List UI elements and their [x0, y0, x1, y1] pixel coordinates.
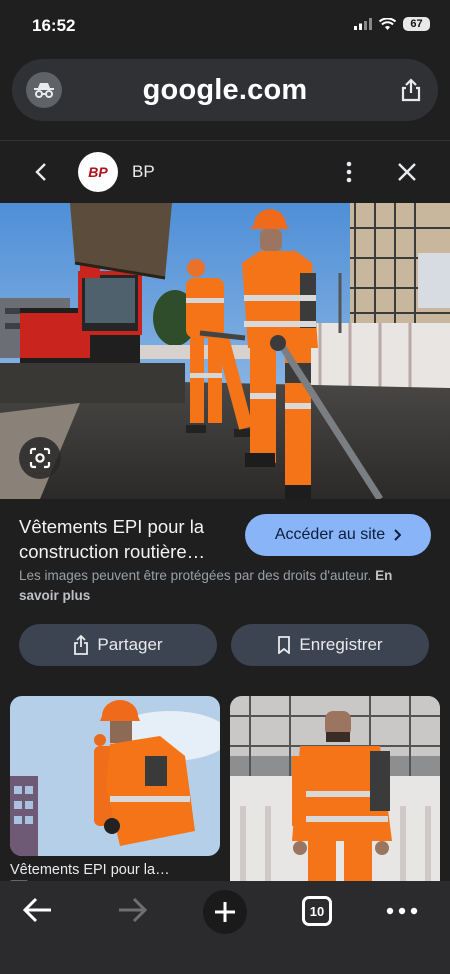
close-icon[interactable] [397, 162, 417, 182]
tab-switcher-button[interactable]: 10 [302, 896, 332, 926]
copyright-notice: Les images peuvent être protégées par de… [19, 566, 431, 606]
share-label: Partager [97, 635, 163, 654]
related-photo-2 [230, 696, 440, 886]
site-logo-text: BP [88, 164, 108, 180]
wifi-icon [379, 18, 396, 30]
share-button[interactable]: Partager [19, 624, 217, 666]
related-image-1[interactable] [10, 696, 220, 856]
bookmark-icon [278, 636, 291, 654]
share-icon[interactable] [400, 78, 422, 102]
status-bar: 16:52 67 [0, 0, 450, 52]
status-time: 16:52 [32, 16, 76, 35]
save-button[interactable]: Enregistrer [231, 624, 429, 666]
chevron-right-icon [394, 529, 402, 541]
related-image-2[interactable] [230, 696, 440, 886]
google-lens-button[interactable] [19, 437, 61, 479]
site-name[interactable]: BP [132, 162, 155, 182]
site-logo: BP [78, 152, 118, 192]
bottom-toolbar: 10 [0, 881, 450, 974]
visit-site-label: Accéder au site [274, 526, 386, 543]
lens-icon [29, 447, 51, 469]
back-arrow-icon[interactable] [22, 896, 54, 924]
more-vertical-icon[interactable] [340, 161, 358, 183]
visit-site-button[interactable]: Accéder au site [245, 514, 431, 556]
main-image[interactable] [0, 203, 450, 499]
construction-workers-photo [0, 203, 450, 499]
address-bar[interactable]: google.com [12, 59, 438, 121]
related-photo-1 [10, 696, 220, 856]
site-header: BP BP [0, 141, 450, 203]
image-title[interactable]: Vêtements EPI pour la construction routi… [19, 514, 239, 564]
related-image-1-caption[interactable]: Vêtements EPI pour la… [10, 862, 170, 878]
plus-icon [215, 902, 235, 922]
status-icons: 67 [354, 17, 430, 31]
share-icon [74, 635, 89, 655]
copyright-text: Les images peuvent être protégées par de… [19, 568, 372, 583]
signal-icon [354, 18, 372, 30]
chevron-left-icon[interactable] [34, 161, 48, 183]
url-text[interactable]: google.com [12, 74, 438, 107]
battery-indicator: 67 [403, 17, 430, 31]
forward-arrow-icon[interactable] [116, 896, 148, 924]
save-label: Enregistrer [299, 635, 383, 654]
tab-count: 10 [309, 903, 325, 919]
more-horizontal-icon[interactable] [386, 907, 418, 915]
new-tab-button[interactable] [203, 890, 247, 934]
